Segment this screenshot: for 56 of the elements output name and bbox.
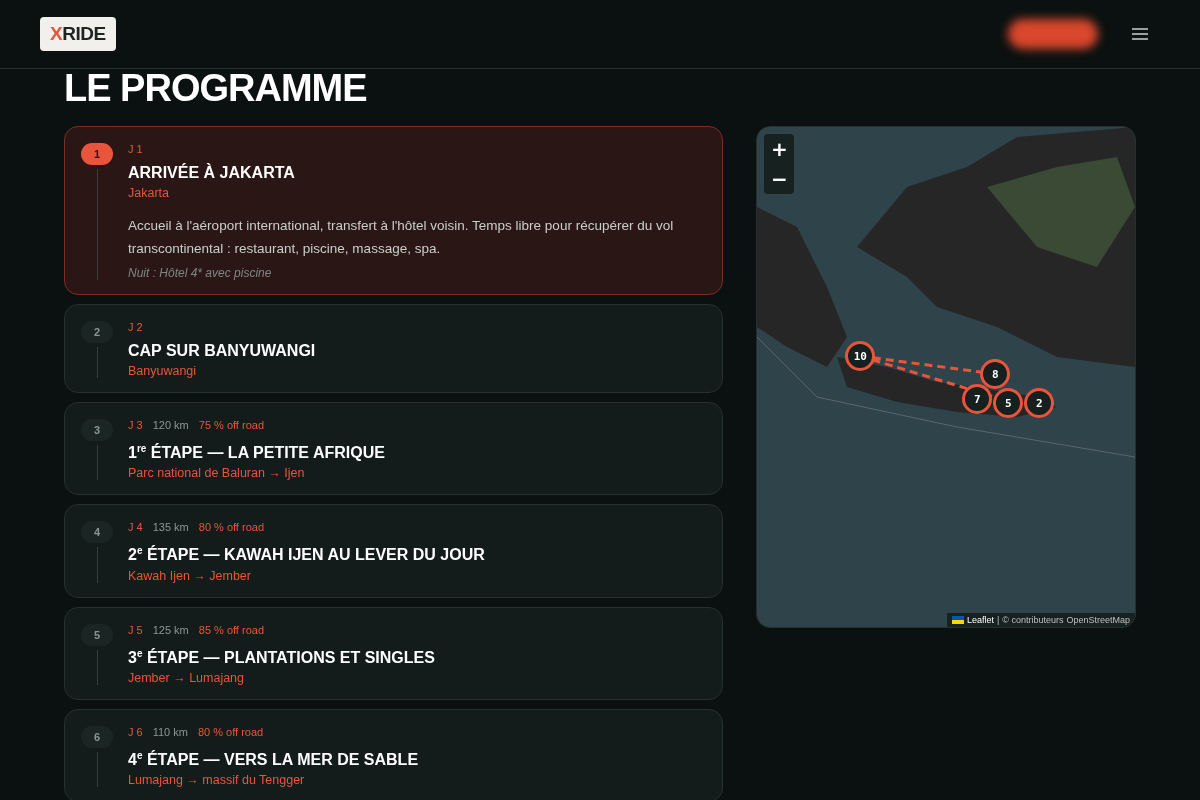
attribution-text: © contributeurs: [1002, 615, 1064, 625]
day-number: 6: [81, 726, 113, 748]
day-card[interactable]: 2 J 2 CAP SUR BANYUWANGI Banyuwangi: [64, 304, 724, 393]
leaflet-link[interactable]: Leaflet: [966, 615, 994, 625]
openstreetmap-link[interactable]: OpenStreetMap: [1066, 615, 1130, 625]
day-card[interactable]: 3 J 3 120 km 75 % off road 1$^{re}$ ÉTAPE — LA PETITE AFRIQUE Parc national de Baluran → Ijen: [64, 402, 724, 496]
day-label: J 1: [128, 143, 143, 157]
map-marker[interactable]: 2: [1024, 388, 1055, 418]
day-label: J 5: [128, 623, 143, 638]
day-route: Jakarta: [128, 186, 170, 200]
day-card[interactable]: 5 J 5 125 km 85 % off road 3$^{e}$ ÉTAPE — PLANTATIONS ET SINGLES Jember → Lumajang: [64, 606, 724, 700]
map-marker[interactable]: 10: [845, 341, 876, 371]
day-card[interactable]: [64, 126, 724, 295]
day-title: ARRIVÉE À JAKARTA: [128, 163, 296, 183]
day-route: Parc national de Baluran → Ijen: [128, 466, 306, 481]
offroad-share: 85 % off road: [198, 623, 264, 638]
day-number: 4: [81, 521, 113, 544]
day-route: Lumajang → massif du Tengger: [128, 773, 306, 788]
day-description: Accueil à l'aéroport international, transfert à l'hôtel voisin. Temps libre pour récupérer du vol transcontinental : restaurant, piscine, massage, spa.: [128, 217, 675, 258]
offroad-share: 80 % off road: [198, 521, 264, 536]
blurred-button[interactable]: [1008, 19, 1098, 49]
day-route: Banyuwangi: [128, 364, 198, 378]
day-title: CAP SUR BANYUWANGI: [128, 341, 317, 361]
menu-icon[interactable]: [1132, 28, 1148, 40]
distance: 125 km: [152, 623, 189, 638]
day-number: 3: [81, 419, 113, 441]
logo[interactable]: XRIDE: [40, 17, 116, 51]
day-title: 1$^{re}$ ÉTAPE — LA PETITE AFRIQUE: [128, 442, 386, 464]
offroad-share: 80 % off road: [197, 726, 264, 740]
distance: 120 km: [152, 419, 189, 433]
day-card[interactable]: 6 J 6 110 km 80 % off road 4$^{e}$ ÉTAPE — VERS LA MER DE SABLE Lumajang → massif du Tengger: [64, 709, 724, 800]
flag-icon: [951, 616, 964, 624]
distance: 135 km: [152, 521, 189, 536]
day-route: Jember → Lumajang: [128, 671, 246, 685]
offroad-share: 75 % off road: [198, 419, 264, 433]
day-number: 2: [81, 321, 113, 343]
day-title: 3$^{e}$ ÉTAPE — PLANTATIONS ET SINGLES: [128, 646, 436, 668]
zoom-out-button[interactable]: −: [764, 164, 795, 194]
night-info: Nuit : Hôtel 4* avec piscine: [128, 266, 273, 280]
distance: 110 km: [152, 726, 188, 740]
map[interactable]: + − 10 8 7 5 2 Leaflet | © contributeurs OpenStreetMap: [756, 126, 1136, 628]
page-title: LE PROGRAMME: [64, 70, 368, 106]
map-marker[interactable]: 5: [993, 388, 1024, 418]
map-marker[interactable]: 8: [980, 359, 1011, 389]
day-route: Kawah Ijen → Jember: [128, 568, 252, 583]
separator: |: [996, 615, 1000, 625]
day-number: 5: [81, 623, 113, 646]
day-label: J 3: [128, 419, 143, 433]
day-card[interactable]: 4 J 4 135 km 80 % off road 2$^{e}$ ÉTAPE — KAWAH IJEN AU LEVER DU JOUR Kawah Ijen → Jember: [64, 504, 724, 598]
day-label: J 4: [128, 521, 143, 536]
day-label: J 2: [128, 321, 143, 335]
day-label: J 6: [128, 726, 143, 740]
day-number: 1: [81, 143, 113, 165]
zoom-in-button[interactable]: +: [764, 134, 795, 164]
day-title: 4$^{e}$ ÉTAPE — VERS LA MER DE SABLE: [128, 749, 420, 771]
day-title: 2$^{e}$ ÉTAPE — KAWAH IJEN AU LEVER DU JOUR: [128, 544, 486, 566]
